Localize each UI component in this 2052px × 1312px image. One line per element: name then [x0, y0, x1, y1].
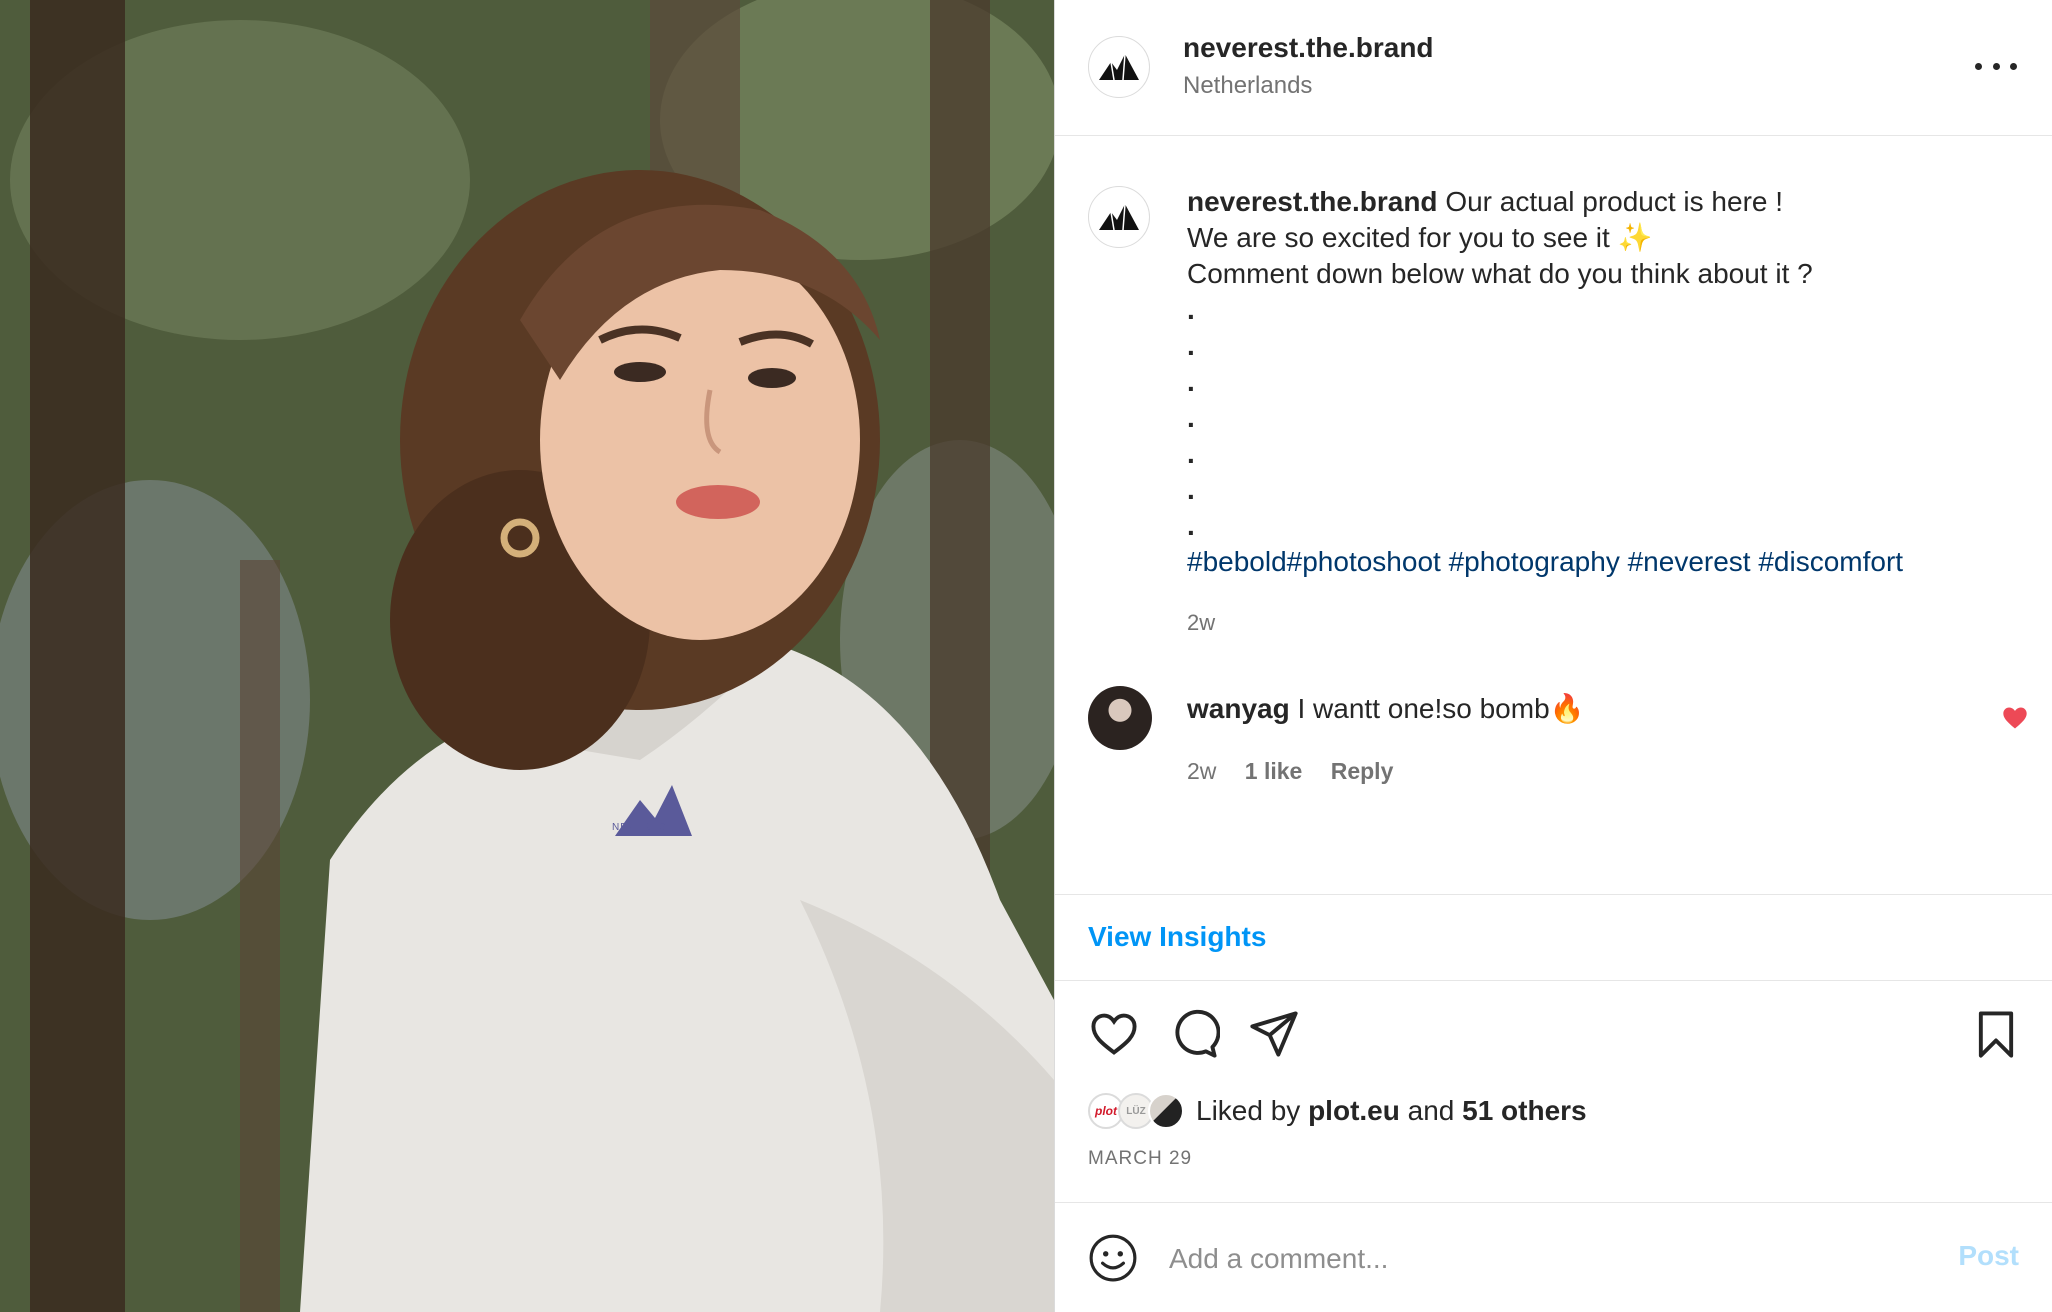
heart-icon [1091, 1013, 1137, 1055]
comment-body: I wantt one!so bomb🔥 [1297, 693, 1585, 724]
dot [1992, 62, 2000, 70]
caption-dot: . [1187, 366, 1195, 397]
profile-avatar[interactable] [1088, 36, 1150, 98]
liker-username[interactable]: plot.eu [1308, 1095, 1400, 1126]
post-date[interactable]: MARCH 29 [1088, 1148, 1192, 1170]
heart-filled-icon[interactable] [2001, 704, 2029, 732]
post-photo[interactable]: NEVEREST [0, 0, 1054, 1312]
sweater-logo-text: NEVEREST [612, 822, 674, 833]
header-location[interactable]: Netherlands [1183, 72, 1312, 100]
like-button[interactable] [1088, 1008, 1140, 1060]
comment-item: wanyag I wantt one!so bomb🔥 2w 1 like Re… [1055, 680, 2052, 800]
share-button[interactable] [1248, 1008, 1300, 1060]
header-username[interactable]: neverest.the.brand [1183, 32, 1434, 64]
add-comment-bar: Post [1055, 1202, 2052, 1312]
caption-hashtags[interactable]: #bebold#photoshoot #photography #neveres… [1187, 544, 2007, 580]
comment-text: wanyag I wantt one!so bomb🔥 [1187, 692, 1585, 725]
more-options-icon[interactable] [1975, 48, 2017, 84]
caption-dot: . [1187, 294, 1195, 325]
mountain-logo-icon [1099, 53, 1139, 81]
comment-input[interactable] [1167, 1235, 1871, 1283]
comment-likes[interactable]: 1 like [1245, 758, 1303, 784]
comment-button[interactable] [1168, 1008, 1221, 1060]
caption-avatar[interactable] [1088, 186, 1150, 248]
comment-time[interactable]: 2w [1187, 758, 1216, 784]
likes-others[interactable]: 51 others [1462, 1095, 1587, 1126]
caption-dot: . [1187, 474, 1195, 505]
mountain-logo-icon [1099, 203, 1139, 231]
caption-line-1: neverest.the.brand Our actual product is… [1187, 184, 2007, 220]
likes-prefix: Liked by [1196, 1095, 1301, 1126]
caption-line-3: Comment down below what do you think abo… [1187, 258, 1813, 289]
commenter-avatar[interactable] [1088, 686, 1152, 750]
comment-icon [1175, 1009, 1221, 1058]
likes-summary[interactable]: plot LÜZ Liked by plot.eu and 51 others [1088, 1090, 1587, 1132]
post-comment-button[interactable]: Post [1952, 1239, 2025, 1273]
liker-avatar [1148, 1093, 1184, 1129]
insights-bar: View Insights [1055, 894, 2052, 981]
likes-text: Liked by plot.eu and 51 others [1196, 1095, 1587, 1127]
save-button[interactable] [1970, 1008, 2022, 1060]
caption-dot: . [1187, 510, 1195, 541]
caption-line-text: Our actual product is here ! [1445, 186, 1784, 217]
caption-dot: . [1187, 438, 1195, 469]
caption-timestamp[interactable]: 2w [1187, 610, 1215, 636]
post-actions [1055, 1008, 2052, 1064]
caption-username[interactable]: neverest.the.brand [1187, 186, 1438, 217]
dot [1975, 62, 1982, 70]
caption-dot: . [1187, 402, 1195, 433]
bookmark-icon [1978, 1011, 2014, 1058]
caption-line-2: We are so excited for you to see it ✨ [1187, 222, 1653, 253]
caption-text: neverest.the.brand Our actual product is… [1187, 184, 2007, 580]
emoji-icon[interactable] [1088, 1233, 1138, 1283]
view-insights-link[interactable]: View Insights [1088, 921, 1266, 953]
comment-username[interactable]: wanyag [1187, 693, 1290, 724]
reply-button[interactable]: Reply [1331, 758, 1394, 784]
post-header: neverest.the.brand Netherlands [1055, 0, 2052, 136]
caption-dot: . [1187, 330, 1195, 361]
post-side-panel: neverest.the.brand Netherlands neverest.… [1054, 0, 2052, 1312]
comment-meta: 2w 1 like Reply [1187, 758, 1415, 785]
send-icon [1250, 1011, 1298, 1057]
dot [2010, 62, 2017, 70]
post-photo-illustration [0, 0, 1054, 1312]
likes-conj: and [1407, 1095, 1455, 1126]
